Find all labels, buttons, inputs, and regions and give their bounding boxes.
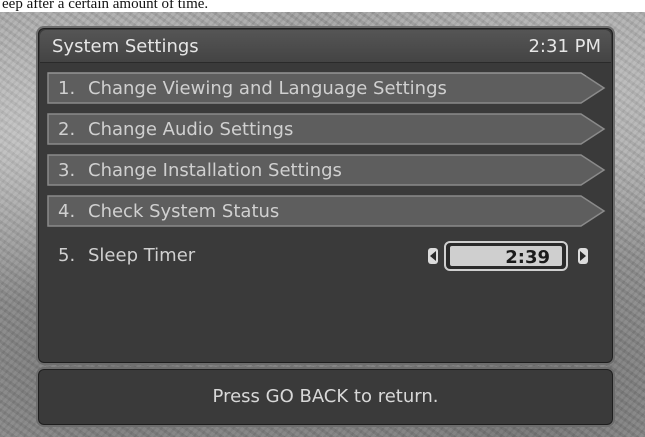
menu-item-system-status[interactable]: 4. Check System Status: [46, 195, 606, 227]
footer-hint-bar: Press GO BACK to return.: [36, 367, 615, 427]
clock: 2:31 PM: [528, 36, 601, 57]
arrow-right-glyph: [580, 251, 586, 261]
menu-item-audio[interactable]: 2. Change Audio Settings: [46, 113, 606, 145]
sleep-timer-field: 2:39: [450, 246, 562, 268]
arrow-right-icon[interactable]: [578, 248, 588, 264]
sleep-timer-row[interactable]: 5. Sleep Timer 2:39: [46, 238, 606, 272]
menu-item-label: 2. Change Audio Settings: [58, 119, 294, 140]
page-title: System Settings: [52, 36, 199, 57]
menu-item-viewing-language[interactable]: 1. Change Viewing and Language Settings: [46, 72, 606, 104]
arrow-left-glyph: [430, 251, 436, 261]
sleep-timer-value: 2:39: [505, 247, 550, 268]
panel-header: System Settings 2:31 PM: [40, 30, 611, 63]
menu-item-installation[interactable]: 3. Change Installation Settings: [46, 154, 606, 186]
caption-text: eep after a certain amount of time.: [0, 0, 645, 12]
menu-item-label: 4. Check System Status: [58, 201, 280, 222]
menu-item-label: 3. Change Installation Settings: [58, 160, 342, 181]
menu-item-label: 1. Change Viewing and Language Settings: [58, 78, 447, 99]
arrow-left-icon[interactable]: [428, 248, 438, 264]
go-back-hint: Press GO BACK to return.: [212, 386, 439, 407]
sleep-timer-label: 5. Sleep Timer: [58, 245, 196, 266]
system-settings-panel: System Settings 2:31 PM 1. Change Viewing…: [36, 26, 615, 365]
sleep-timer-value-box[interactable]: 2:39: [444, 241, 568, 271]
